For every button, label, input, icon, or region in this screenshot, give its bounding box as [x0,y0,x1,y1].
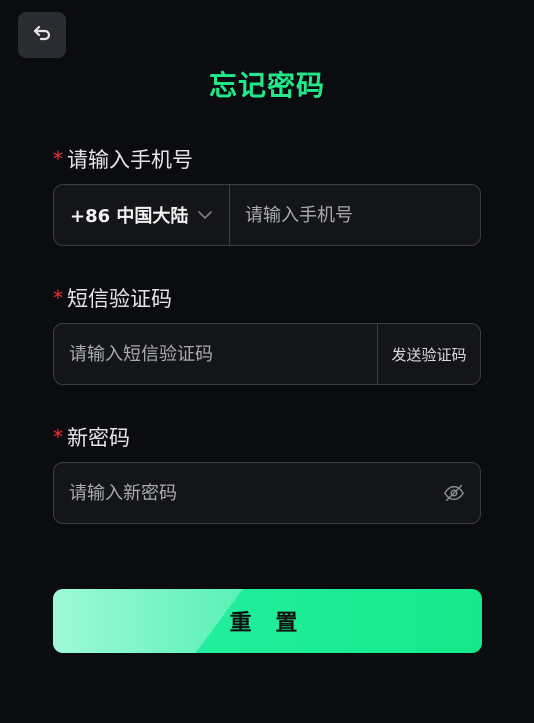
sms-code-input[interactable] [54,324,377,384]
sms-field: 发送验证码 [53,323,481,385]
required-mark: * [53,286,63,310]
button-shine [53,589,243,653]
country-code-select[interactable]: +86 中国大陆 [54,185,230,245]
required-mark: * [53,425,63,449]
password-label-text: 新密码 [67,426,130,450]
password-field [53,462,481,524]
required-mark: * [53,147,63,171]
chevron-down-icon [198,210,213,220]
country-code-value: +86 中国大陆 [70,206,189,227]
phone-label: * 请输入手机号 [53,144,193,174]
password-label: * 新密码 [53,422,130,452]
send-code-button[interactable]: 发送验证码 [377,324,480,384]
sms-label: * 短信验证码 [53,283,172,313]
sms-label-text: 短信验证码 [67,287,172,311]
phone-input[interactable] [230,185,480,245]
reset-button[interactable]: 重 置 [53,589,482,653]
undo-arrow-icon [30,21,54,49]
reset-button-label: 重 置 [229,611,306,636]
page-title: 忘记密码 [208,69,325,102]
eye-off-icon[interactable] [428,463,480,523]
phone-field: +86 中国大陆 [53,184,481,246]
new-password-input[interactable] [54,463,428,523]
back-button[interactable] [18,12,66,58]
phone-label-text: 请输入手机号 [67,148,193,172]
